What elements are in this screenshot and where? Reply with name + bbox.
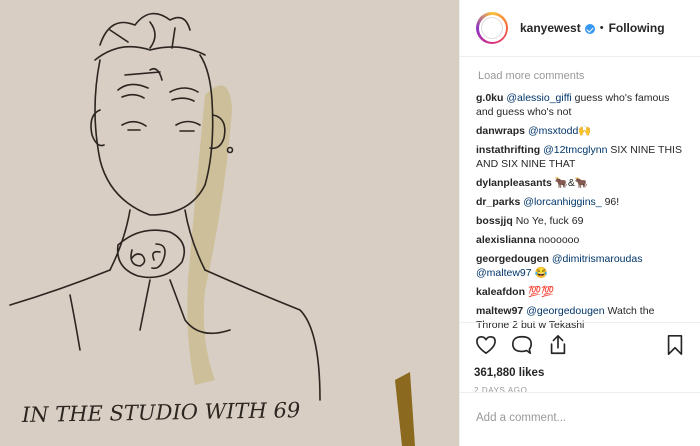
add-comment-bar [460,392,700,446]
load-more-comments-link[interactable]: Load more comments [478,70,684,82]
heart-icon[interactable] [474,333,498,357]
comment-item: g.0ku @alessio_giffi guess who's famous … [476,91,684,119]
likes-count[interactable]: 361,880 likes [474,367,687,379]
comment-item: kaleafdon 💯💯 [476,285,684,299]
comment-text: 😂 [531,267,548,279]
comment-username[interactable]: dylanpleasants [476,177,552,189]
avatar-border [478,14,506,42]
instagram-post: IN THE STUDIO WITH 69 kanyewest • Follow… [0,0,700,446]
comment-username[interactable]: bossjjq [476,215,513,227]
comment-mention[interactable]: @msxtodd [528,125,578,137]
sketch-drawing: IN THE STUDIO WITH 69 [0,0,459,446]
comment-item: georgedougen @dimitrismaroudas @maltew97… [476,252,684,280]
comment-username[interactable]: georgedougen [476,253,549,265]
bookmark-icon[interactable] [663,333,687,357]
sketch-caption: IN THE STUDIO WITH 69 [21,398,301,427]
comment-username[interactable]: dr_parks [476,196,520,208]
comment-text: No Ye, fuck 69 [515,215,584,227]
post-actions: 361,880 likes 2 DAYS AGO [460,322,700,395]
comment-mention[interactable]: @georgedougen [526,305,604,317]
comment-username[interactable]: danwraps [476,125,525,137]
comments-list: Load more comments g.0ku @alessio_giffi … [460,57,700,332]
comment-mention[interactable]: @12tmcglynn [543,144,607,156]
post-sidebar: kanyewest • Following Load more comments… [459,0,700,446]
post-header: kanyewest • Following [460,0,700,57]
comment-item: alexislianna noooooo [476,233,684,247]
avatar[interactable] [476,12,508,44]
comment-username[interactable]: maltew97 [476,305,523,317]
comment-icon[interactable] [510,333,534,357]
comment-item: dr_parks @lorcanhiggins_ 96! [476,195,684,209]
comment-text: 🙌 [578,125,592,137]
comment-text: noooooo [538,234,580,246]
action-icons [474,331,687,359]
comment-username[interactable]: alexislianna [476,234,536,246]
comment-text: 96! [601,196,620,208]
comment-username[interactable]: g.0ku [476,92,503,104]
post-image[interactable]: IN THE STUDIO WITH 69 [0,0,459,446]
comment-item: bossjjq No Ye, fuck 69 [476,214,684,228]
post-username[interactable]: kanyewest [520,21,581,35]
comment-username[interactable]: kaleafdon [476,286,525,298]
following-button[interactable]: Following [609,21,665,35]
comment-item: dylanpleasants 🐂&🐂 [476,176,684,190]
comment-mention[interactable]: @lorcanhiggins_ [523,196,601,208]
comment-mention[interactable]: @alessio_giffi [506,92,571,104]
comment-text: 🐂&🐂 [554,177,588,189]
share-icon[interactable] [546,333,570,357]
add-comment-input[interactable] [476,412,676,424]
separator-dot: • [599,22,604,34]
verified-badge-icon [584,24,595,34]
comment-item: danwraps @msxtodd🙌 [476,124,684,138]
comment-username[interactable]: instathrifting [476,144,540,156]
avatar-image [481,17,503,39]
comment-item: instathrifting @12tmcglynn SIX NINE THIS… [476,143,684,171]
comment-text: 💯💯 [527,286,555,298]
